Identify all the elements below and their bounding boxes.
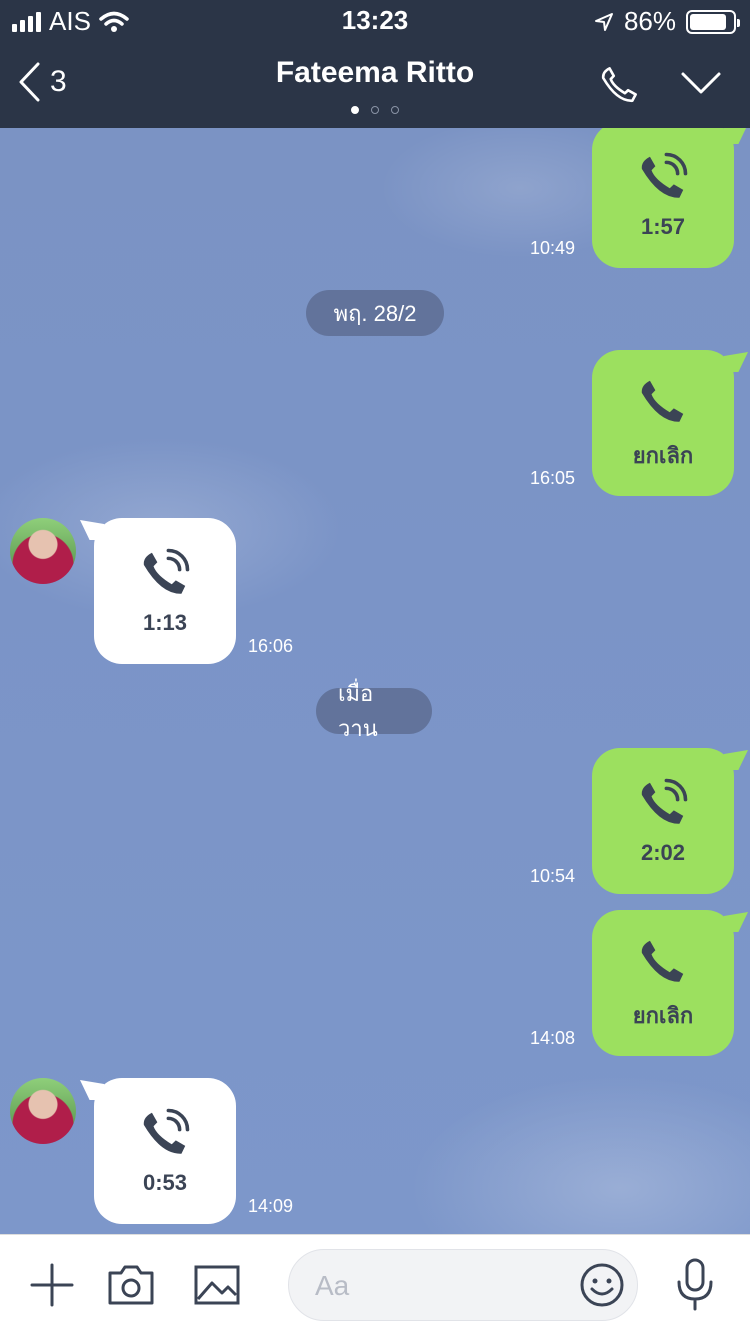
- image-icon[interactable]: [192, 1261, 242, 1309]
- call-bubble[interactable]: ยกเลิก: [592, 350, 748, 496]
- page-indicator: [0, 106, 750, 114]
- battery-fill: [690, 13, 727, 30]
- phone-call-icon: [641, 152, 688, 198]
- avatar[interactable]: [10, 1078, 76, 1144]
- message-time: 14:09: [248, 1196, 294, 1216]
- bubble-tail: [724, 750, 748, 770]
- call-duration: 0:53: [142, 1170, 188, 1195]
- message-time: 16:05: [530, 468, 576, 488]
- emoji-icon[interactable]: [579, 1262, 625, 1308]
- call-duration: 1:57: [640, 214, 686, 239]
- date-separator: พฤ. 28/2: [306, 290, 444, 336]
- call-bubble[interactable]: 1:13: [80, 518, 236, 664]
- phone-call-icon: [641, 778, 688, 824]
- chevron-down-icon[interactable]: [680, 70, 722, 96]
- status-bar: AIS 13:23 86%: [0, 0, 750, 40]
- phone-call-icon: [143, 1108, 190, 1154]
- chat-header: 3 Fateema Ritto: [0, 40, 750, 128]
- message-time: 10:54: [530, 866, 576, 886]
- call-bubble[interactable]: 1:57: [592, 128, 748, 268]
- phone-icon: [641, 940, 684, 982]
- bubble-tail: [724, 912, 748, 932]
- message-placeholder: Aa: [315, 1270, 350, 1301]
- message-time: 14:08: [530, 1028, 576, 1048]
- phone-icon[interactable]: [598, 64, 640, 106]
- bubble-tail: [724, 352, 748, 372]
- call-bubble[interactable]: ยกเลิก: [592, 910, 748, 1056]
- bubble-tail: [724, 128, 748, 144]
- plus-icon[interactable]: [28, 1261, 76, 1309]
- message-time: 16:06: [248, 636, 294, 656]
- microphone-icon[interactable]: [674, 1257, 716, 1313]
- battery-percent: 86%: [623, 6, 676, 36]
- page-dot: [351, 106, 359, 114]
- page-dot: [391, 106, 399, 114]
- date-separator: เมื่อวาน: [316, 681, 432, 741]
- bubble-tail: [80, 1080, 104, 1100]
- call-status: ยกเลิก: [632, 1002, 694, 1028]
- input-bar: Aa: [0, 1234, 750, 1334]
- phone-call-icon: [143, 548, 190, 594]
- chat-area[interactable]: 1:57 10:49 พฤ. 28/2 ยกเลิก 16:05 1:13 16…: [0, 128, 750, 1234]
- call-bubble[interactable]: 0:53: [80, 1078, 236, 1224]
- battery-icon: [686, 9, 740, 34]
- message-input[interactable]: Aa: [288, 1249, 638, 1321]
- call-duration: 2:02: [640, 840, 686, 865]
- phone-icon: [641, 380, 684, 422]
- message-time: 10:49: [530, 238, 576, 258]
- call-bubble[interactable]: 2:02: [592, 748, 748, 894]
- status-right: 86%: [594, 6, 740, 37]
- avatar[interactable]: [10, 518, 76, 584]
- camera-icon[interactable]: [106, 1261, 156, 1309]
- call-duration: 1:13: [142, 610, 188, 635]
- call-status: ยกเลิก: [632, 442, 694, 468]
- location-arrow-icon: [594, 12, 613, 31]
- page-dot: [371, 106, 379, 114]
- bubble-tail: [80, 520, 104, 540]
